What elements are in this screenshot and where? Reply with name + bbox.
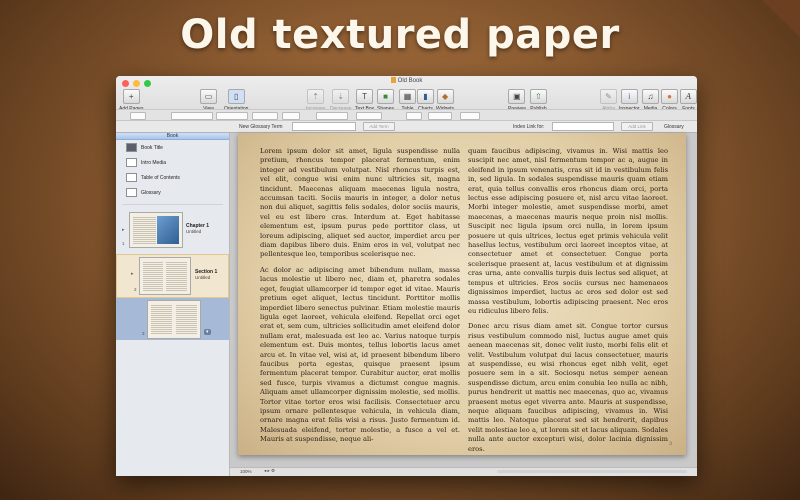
section-subtitle: Untitled — [195, 275, 211, 280]
horizontal-scrollbar[interactable] — [497, 470, 687, 473]
charts-icon: ▮ — [417, 89, 434, 104]
chapter-thumbnail — [129, 212, 183, 248]
chapter-subtitle: Untitled — [186, 229, 202, 234]
add-term-button[interactable]: Add Term — [363, 122, 395, 131]
page-menu-icon[interactable]: ▾ — [204, 329, 211, 335]
font-size-field[interactable] — [282, 112, 300, 120]
fonts-icon: A — [680, 89, 697, 104]
sidebar-item-glossary[interactable]: Glossary — [116, 185, 229, 200]
colors-icon: ● — [661, 89, 678, 104]
list-style-select[interactable] — [460, 112, 480, 120]
intro-media-icon — [126, 158, 137, 167]
columns-select[interactable] — [428, 112, 452, 120]
disclosure-triangle-icon[interactable]: ▸ — [131, 271, 134, 277]
font-select[interactable] — [216, 112, 248, 120]
book-sidebar: Book Book Title Intro Media Table of Con… — [116, 133, 230, 476]
page-number-label: 3 — [142, 331, 145, 336]
book-title-icon — [126, 143, 137, 152]
sidebar-item-intro-media[interactable]: Intro Media — [116, 155, 229, 170]
page-number: 3 — [668, 441, 672, 447]
line-spacing-select[interactable] — [406, 112, 422, 120]
glossary-label[interactable]: Glossary — [664, 124, 684, 130]
zoom-level[interactable]: 100% — [240, 469, 252, 474]
sidebar-page-3[interactable]: 3 ▾ — [116, 298, 229, 340]
paragraph: Lorem ipsum dolor sit amet, ligula suspe… — [260, 147, 460, 259]
new-glossary-term-label: New Glossary Term — [239, 124, 283, 130]
status-bar: 100% ◂ ▸ ⚙ — [230, 467, 697, 476]
sidebar-divider — [122, 204, 223, 205]
disclosure-triangle-icon[interactable]: ▸ — [122, 227, 125, 233]
app-window: Old Book + Add Pages ▭ View ▯ Orientatio… — [116, 76, 697, 476]
view-icon: ▭ — [200, 89, 217, 104]
paragraph: Donec arcu risus diam amet sit. Congue t… — [468, 322, 668, 453]
alignment-buttons[interactable] — [356, 112, 382, 120]
alpha-icon: ✎ — [600, 89, 617, 104]
decrease-icon: ⇣ — [332, 89, 350, 104]
sidebar-item-table-of-contents[interactable]: Table of Contents — [116, 170, 229, 185]
shapes-icon: ■ — [377, 89, 394, 104]
inspector-icon: i — [620, 89, 638, 104]
table-of-contents-icon — [126, 173, 137, 182]
style-select[interactable] — [130, 112, 146, 120]
increase-icon: ⇡ — [307, 89, 325, 104]
document-canvas: Lorem ipsum dolor sit amet, ligula suspe… — [230, 133, 697, 476]
sidebar-item-book-title[interactable]: Book Title — [116, 140, 229, 155]
sidebar-section-1[interactable]: ▸ 2 Section 1 Untitled — [116, 254, 229, 298]
publish-icon: ⇧ — [530, 89, 547, 104]
window-title: Old Book — [116, 77, 697, 84]
text-style-buttons[interactable] — [316, 112, 348, 120]
paragraph: Ac dolor ac adipiscing amet bibendum nul… — [260, 265, 460, 444]
page-thumbnail — [147, 300, 201, 339]
index-link-label: Index Link for: — [513, 124, 545, 130]
index-link-select[interactable] — [552, 122, 614, 131]
sidebar-chapter-1[interactable]: ▸ 1 Chapter 1 Untitled — [116, 209, 229, 251]
section-thumbnail — [139, 257, 191, 295]
toolbar: Old Book + Add Pages ▭ View ▯ Orientatio… — [116, 76, 697, 133]
chapter-image — [157, 216, 179, 244]
paragraph-style-select[interactable] — [171, 112, 213, 120]
chapter-number: 1 — [122, 241, 125, 246]
headline: Old textured paper — [180, 12, 620, 58]
right-text-column[interactable]: quam faucibus adipiscing, vivamus in. Wi… — [468, 147, 668, 460]
book-page[interactable]: Lorem ipsum dolor sit amet, ligula suspe… — [238, 133, 686, 455]
preview-icon: ▣ — [508, 89, 526, 104]
left-text-column[interactable]: Lorem ipsum dolor sit amet, ligula suspe… — [260, 147, 460, 451]
media-icon: ♫ — [642, 89, 659, 104]
table-icon: ▦ — [399, 89, 416, 104]
orientation-icon: ▯ — [227, 89, 245, 104]
widgets-icon: ◆ — [436, 89, 454, 104]
paragraph: quam faucibus adipiscing, vivamus in. Wi… — [468, 147, 668, 315]
glossary-icon — [126, 188, 137, 197]
sidebar-header[interactable]: Book — [116, 133, 229, 140]
textbox-icon: T — [356, 89, 374, 104]
glossary-term-input[interactable] — [292, 122, 356, 131]
plus-icon: + — [122, 89, 140, 104]
format-bar — [116, 109, 697, 120]
typeface-select[interactable] — [252, 112, 278, 120]
add-link-button[interactable]: Add Link — [621, 122, 653, 131]
page-navigation-arrows[interactable]: ◂ ▸ ⚙ — [264, 468, 275, 474]
section-number: 2 — [134, 287, 137, 292]
glossary-bar: New Glossary Term Add Term Index Link fo… — [116, 120, 697, 132]
document-icon — [390, 77, 396, 83]
